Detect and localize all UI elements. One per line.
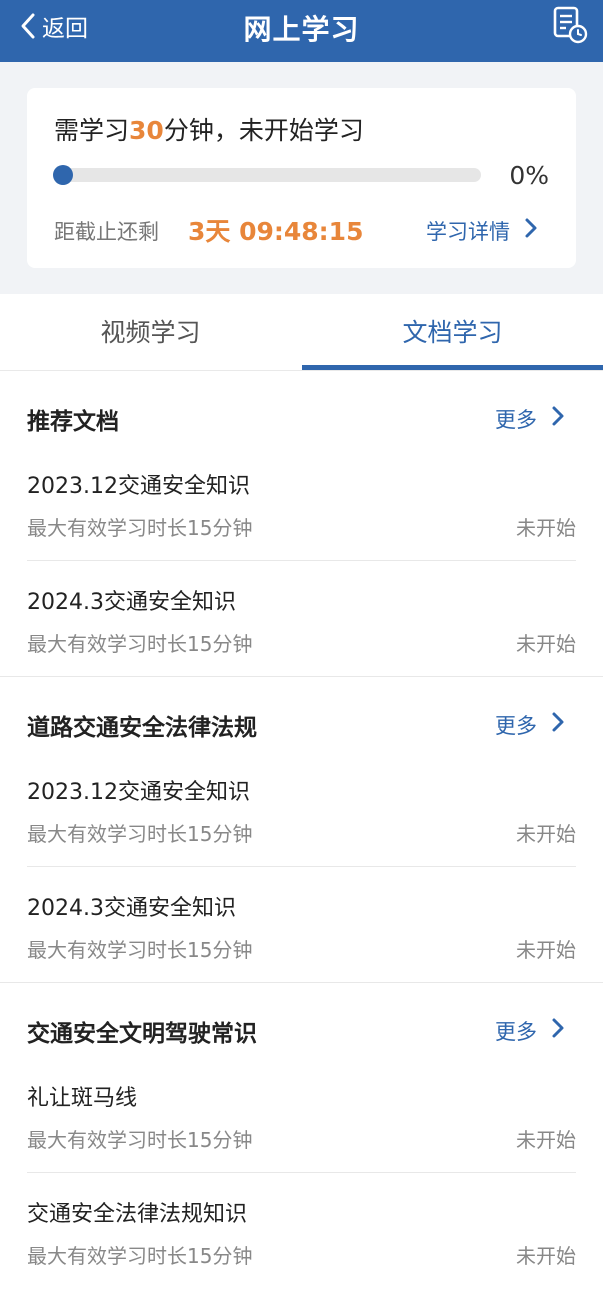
item-duration: 最大有效学习时长15分钟 [27, 822, 253, 846]
item-title: 2023.12交通安全知识 [27, 474, 250, 499]
item-duration: 最大有效学习时长15分钟 [27, 1244, 253, 1268]
section-title: 推荐文档 [27, 409, 119, 435]
item-title: 2024.3交通安全知识 [27, 590, 236, 615]
active-tab-indicator [302, 365, 603, 370]
need-suffix: 分钟，未开始学习 [163, 116, 364, 145]
list-item[interactable]: 交通安全法律法规知识 最大有效学习时长15分钟 未开始 [0, 1188, 603, 1304]
divider [0, 982, 603, 983]
item-title: 2024.3交通安全知识 [27, 896, 236, 921]
section-header: 道路交通安全法律法规 更多 [0, 696, 603, 756]
item-duration: 最大有效学习时长15分钟 [27, 1128, 253, 1152]
list-item[interactable]: 礼让斑马线 最大有效学习时长15分钟 未开始 [0, 1072, 603, 1188]
progress-percent: 0% [509, 161, 549, 190]
item-title: 交通安全法律法规知识 [27, 1202, 248, 1227]
more-link[interactable]: 更多 [495, 710, 537, 740]
item-status: 未开始 [516, 938, 576, 962]
divider [27, 1172, 576, 1173]
study-detail-link[interactable]: 学习详情 [426, 216, 510, 246]
divider [27, 560, 576, 561]
divider [27, 866, 576, 867]
list-item[interactable]: 2024.3交通安全知识 最大有效学习时长15分钟 未开始 [0, 576, 603, 692]
more-link[interactable]: 更多 [495, 404, 537, 434]
top-bar: 返回 网上学习 [0, 0, 603, 62]
need-minutes: 30 [129, 116, 164, 145]
item-duration: 最大有效学习时长15分钟 [27, 938, 253, 962]
section-header: 交通安全文明驾驶常识 更多 [0, 1002, 603, 1062]
progress-knob [53, 165, 73, 185]
more-link[interactable]: 更多 [495, 1016, 537, 1046]
list-item[interactable]: 2023.12交通安全知识 最大有效学习时长15分钟 未开始 [0, 766, 603, 882]
section-header: 推荐文档 更多 [0, 390, 603, 450]
item-status: 未开始 [516, 516, 576, 540]
page-title: 网上学习 [243, 13, 360, 46]
item-duration: 最大有效学习时长15分钟 [27, 632, 253, 656]
section-title: 道路交通安全法律法规 [27, 715, 257, 741]
need-prefix: 需学习 [54, 116, 130, 145]
item-status: 未开始 [516, 822, 576, 846]
chevron-right-icon[interactable] [551, 1016, 565, 1040]
countdown-timer: 3天 09:48:15 [188, 217, 364, 246]
item-status: 未开始 [516, 1128, 576, 1152]
list-item[interactable]: 2023.12交通安全知识 最大有效学习时长15分钟 未开始 [0, 460, 603, 576]
section-title: 交通安全文明驾驶常识 [27, 1021, 257, 1047]
study-detail-label: 学习详情 [426, 220, 510, 244]
divider [0, 676, 603, 677]
item-status: 未开始 [516, 1244, 576, 1268]
tab-document-study[interactable]: 文档学习 [302, 294, 603, 370]
item-duration: 最大有效学习时长15分钟 [27, 516, 253, 540]
remaining-label: 距截止还剩 [54, 220, 159, 244]
chevron-right-icon[interactable] [551, 404, 565, 428]
study-requirement: 需学习30分钟，未开始学习 [54, 111, 364, 147]
item-title: 礼让斑马线 [27, 1086, 138, 1111]
chevron-right-icon[interactable] [551, 710, 565, 734]
item-title: 2023.12交通安全知识 [27, 780, 250, 805]
progress-bar [53, 165, 481, 185]
tab-bar: 视频学习 文档学习 [0, 294, 603, 371]
chevron-right-icon[interactable] [524, 217, 538, 239]
list-item[interactable]: 2024.3交通安全知识 最大有效学习时长15分钟 未开始 [0, 882, 603, 998]
study-summary-card: 需学习30分钟，未开始学习 0% 距截止还剩 3天 09:48:15 学习详情 [27, 88, 576, 268]
document-clock-icon[interactable] [551, 4, 589, 44]
tab-video-study[interactable]: 视频学习 [0, 294, 301, 370]
item-status: 未开始 [516, 632, 576, 656]
